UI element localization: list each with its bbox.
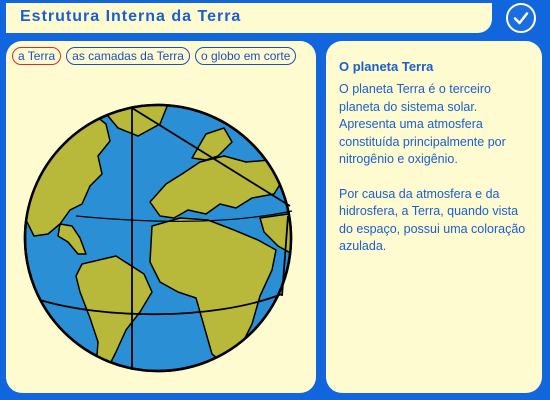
earth-globe-image — [23, 103, 293, 373]
checkmark-icon — [513, 12, 529, 25]
info-paragraph: O planeta Terra é o terceiro planeta do … — [339, 82, 506, 166]
info-paragraph: Por causa da atmosfera e da hidrosfera, … — [339, 186, 526, 254]
title-bar: Estrutura Interna da Terra — [6, 3, 492, 33]
confirm-button[interactable] — [506, 3, 536, 33]
info-heading: O planeta Terra — [339, 59, 434, 74]
page-title: Estrutura Interna da Terra — [20, 8, 242, 25]
tab-a-terra[interactable]: a Terra — [12, 47, 62, 65]
tab-camadas-da-terra[interactable]: as camadas da Terra — [66, 47, 190, 65]
illustration-panel: a Terra as camadas da Terra o globo em c… — [6, 41, 316, 393]
info-panel: O planeta Terra O planeta Terra é o terc… — [326, 41, 542, 393]
tab-globo-em-corte[interactable]: o globo em corte — [194, 47, 297, 65]
info-body: O planeta Terra é o terceiro planeta do … — [339, 81, 535, 273]
tab-bar: a Terra as camadas da Terra o globo em c… — [12, 47, 297, 65]
